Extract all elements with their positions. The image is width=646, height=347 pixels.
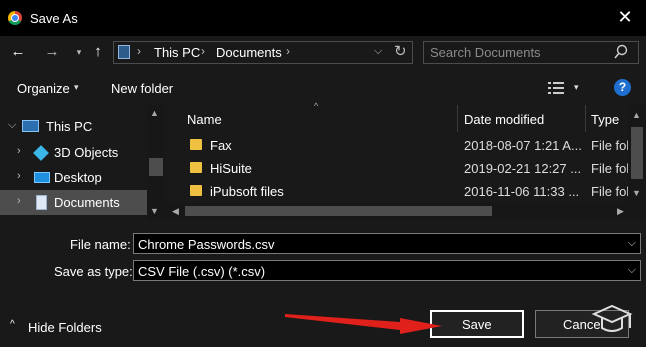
breadcrumb-separator[interactable]: › bbox=[201, 44, 205, 58]
3d-objects-icon bbox=[33, 145, 49, 161]
sidebar-item-3d-objects[interactable]: › 3D Objects bbox=[0, 140, 147, 165]
refresh-button[interactable]: ↻ bbox=[394, 42, 407, 60]
forward-button[interactable]: → bbox=[42, 44, 62, 62]
file-row[interactable]: Fax 2018-08-07 1:21 A... File fol bbox=[166, 134, 630, 157]
desktop-icon bbox=[34, 172, 50, 183]
chevron-up-icon[interactable]: ^ bbox=[10, 319, 15, 330]
file-row[interactable]: iPubsoft files 2016-11-06 11:33 ... File… bbox=[166, 180, 630, 203]
organize-button[interactable]: Organize bbox=[17, 81, 70, 96]
scroll-right-icon[interactable]: ▶ bbox=[617, 206, 624, 217]
file-name: iPubsoft files bbox=[210, 184, 284, 199]
column-divider[interactable] bbox=[585, 105, 586, 132]
folder-icon bbox=[190, 162, 202, 173]
file-date: 2018-08-07 1:21 A... bbox=[464, 138, 582, 153]
folder-icon bbox=[190, 139, 202, 150]
help-icon[interactable]: ? bbox=[614, 79, 631, 96]
chevron-right-icon[interactable]: › bbox=[17, 195, 21, 207]
search-input[interactable] bbox=[430, 44, 610, 61]
sort-ascending-icon: ^ bbox=[314, 101, 319, 111]
sidebar-item-label: Documents bbox=[54, 195, 120, 210]
sidebar-item-this-pc[interactable]: ⌵ This PC bbox=[0, 114, 147, 139]
breadcrumb-this-pc[interactable]: This PC bbox=[154, 45, 200, 60]
watermark-logo bbox=[591, 304, 633, 332]
file-row[interactable]: HiSuite 2019-02-21 12:27 ... File fol bbox=[166, 157, 630, 180]
pc-icon bbox=[118, 45, 130, 59]
sidebar-item-label: 3D Objects bbox=[54, 145, 119, 160]
scroll-up-icon[interactable]: ▲ bbox=[150, 108, 159, 118]
filename-value[interactable]: Chrome Passwords.csv bbox=[138, 237, 275, 252]
up-button[interactable]: ↑ bbox=[88, 44, 108, 62]
chevron-right-icon[interactable]: › bbox=[17, 170, 21, 182]
scroll-left-icon[interactable]: ◀ bbox=[172, 206, 179, 217]
scroll-down-icon[interactable]: ▼ bbox=[150, 206, 159, 216]
chrome-icon bbox=[8, 11, 22, 25]
breadcrumb-separator[interactable]: › bbox=[137, 44, 141, 58]
chevron-down-icon[interactable]: ⌵ bbox=[628, 237, 636, 250]
file-name: HiSuite bbox=[210, 161, 252, 176]
chevron-down-icon[interactable]: ⌵ bbox=[374, 45, 382, 58]
filename-field[interactable]: Chrome Passwords.csv ⌵ bbox=[133, 233, 641, 254]
breadcrumb-separator[interactable]: › bbox=[286, 44, 290, 58]
sidebar-item-desktop[interactable]: › Desktop bbox=[0, 165, 147, 190]
documents-icon bbox=[36, 195, 47, 210]
sidebar-item-label: Desktop bbox=[54, 170, 102, 185]
column-header-type[interactable]: Type bbox=[591, 112, 619, 127]
column-divider[interactable] bbox=[457, 105, 458, 132]
chevron-down-icon[interactable]: ⌵ bbox=[8, 119, 16, 132]
scroll-up-icon[interactable]: ▲ bbox=[632, 110, 641, 120]
file-date: 2019-02-21 12:27 ... bbox=[464, 161, 582, 176]
file-type: File fol bbox=[591, 184, 630, 199]
column-header-name[interactable]: Name bbox=[187, 112, 222, 127]
new-folder-button[interactable]: New folder bbox=[111, 81, 173, 96]
recent-locations-button[interactable]: ▾ bbox=[69, 44, 89, 62]
window-title: Save As bbox=[30, 11, 78, 26]
sidebar-scroll-thumb[interactable] bbox=[149, 158, 163, 176]
chevron-down-icon[interactable]: ⌵ bbox=[628, 264, 636, 277]
file-name: Fax bbox=[210, 138, 232, 153]
save-button-label[interactable]: Save bbox=[462, 317, 492, 332]
caret-down-icon[interactable]: ▾ bbox=[574, 82, 579, 93]
folder-icon bbox=[190, 185, 202, 196]
file-type: File fol bbox=[591, 161, 630, 176]
filename-label: File name: bbox=[70, 237, 131, 252]
vertical-scroll-thumb[interactable] bbox=[631, 127, 643, 179]
breadcrumb-documents[interactable]: Documents bbox=[216, 45, 282, 60]
chevron-right-icon[interactable]: › bbox=[17, 145, 21, 157]
file-date: 2016-11-06 11:33 ... bbox=[464, 184, 580, 199]
sidebar-item-documents[interactable]: › Documents bbox=[0, 190, 147, 215]
scroll-down-icon[interactable]: ▼ bbox=[632, 188, 641, 198]
save-as-type-select[interactable]: CSV File (.csv) (*.csv) ⌵ bbox=[133, 260, 641, 281]
close-button[interactable]: ✕ bbox=[616, 8, 634, 26]
caret-down-icon[interactable]: ▾ bbox=[74, 82, 79, 93]
hide-folders-button[interactable]: Hide Folders bbox=[28, 320, 102, 335]
sidebar-item-label: This PC bbox=[46, 119, 93, 134]
search-icon[interactable] bbox=[614, 44, 628, 60]
save-as-type-value[interactable]: CSV File (.csv) (*.csv) bbox=[138, 264, 265, 279]
column-header-date-modified[interactable]: Date modified bbox=[464, 112, 544, 127]
horizontal-scroll-thumb[interactable] bbox=[185, 206, 492, 216]
pc-icon bbox=[22, 120, 39, 132]
file-type: File fol bbox=[591, 138, 630, 153]
view-options-icon[interactable] bbox=[548, 82, 564, 94]
title-bar bbox=[0, 0, 646, 36]
back-button[interactable]: ← bbox=[8, 44, 28, 62]
annotation-arrow bbox=[285, 314, 442, 334]
save-as-type-label: Save as type: bbox=[54, 264, 133, 279]
